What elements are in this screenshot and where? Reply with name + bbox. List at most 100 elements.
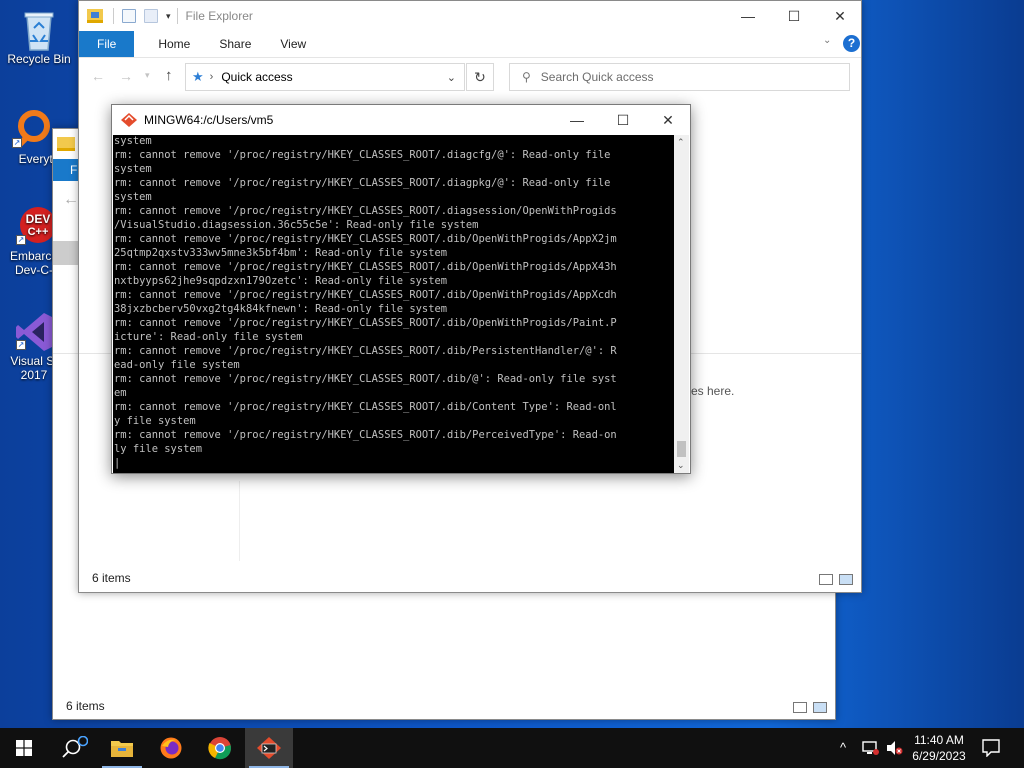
terminal-lines: system rm: cannot remove '/proc/registry/…: [114, 135, 675, 470]
empty-folder-hint: es here.: [691, 384, 735, 398]
status-bar: 6 items: [53, 695, 835, 717]
shortcut-arrow-icon: ↗: [16, 340, 26, 350]
chevron-down-icon[interactable]: ▾: [166, 11, 171, 22]
terminal-line: system: [114, 163, 152, 175]
taskbar-chrome[interactable]: [196, 728, 244, 768]
back-arrow-icon[interactable]: ←: [91, 68, 105, 84]
close-button[interactable]: ✕: [817, 1, 863, 31]
folder-icon: [87, 9, 103, 23]
search-placeholder: Search Quick access: [540, 70, 654, 84]
svg-text:DEV: DEV: [26, 212, 51, 226]
terminal-scrollbar[interactable]: ⌃ ⌄: [674, 135, 689, 473]
search-button[interactable]: [48, 728, 96, 768]
taskbar: ^ 11:40 AM 6/29/2023: [0, 728, 1024, 768]
terminal-line: system: [114, 191, 152, 203]
terminal-line: icture': Read-only file system: [114, 331, 303, 343]
notifications-icon[interactable]: [982, 739, 1000, 757]
details-view-icon[interactable]: [793, 702, 807, 713]
minimize-button[interactable]: —: [725, 1, 771, 31]
ribbon-tab-file[interactable]: F: [53, 159, 79, 181]
terminal-line: y file system: [114, 415, 196, 427]
forward-arrow-icon[interactable]: →: [119, 68, 133, 84]
taskbar-file-explorer[interactable]: [98, 728, 146, 768]
separator: [176, 8, 178, 24]
terminal-line: 38jxzbcberv50vxg2tg4k84kfnewn': Read-onl…: [114, 303, 448, 315]
terminal-line: rm: cannot remove '/proc/registry/HKEY_C…: [114, 205, 617, 217]
address-bar[interactable]: ★ › Quick access ⌄: [185, 63, 465, 91]
terminal-line: system: [114, 135, 152, 147]
refresh-button[interactable]: ↻: [466, 63, 494, 91]
taskbar-git-bash[interactable]: [245, 728, 293, 768]
back-arrow-icon[interactable]: ←: [63, 191, 79, 209]
search-box[interactable]: ⚲ Search Quick access: [509, 63, 850, 91]
ribbon-tab-share[interactable]: Share: [203, 31, 264, 57]
terminal-maximize-button[interactable]: ☐: [600, 105, 646, 135]
devcpp-icon: DEV C++ ↗: [14, 205, 56, 245]
terminal-line: rm: cannot remove '/proc/registry/HKEY_C…: [114, 289, 617, 301]
firefox-icon: [160, 737, 182, 759]
terminal-line: |: [114, 457, 121, 469]
everything-search-icon: ↗: [10, 108, 50, 149]
desktop-icon-label: Recycle Bin: [7, 52, 71, 66]
terminal-line: rm: cannot remove '/proc/registry/HKEY_C…: [114, 317, 617, 329]
ribbon-tab-view[interactable]: View: [264, 31, 319, 57]
details-view-icon[interactable]: [819, 574, 833, 585]
address-dropdown-icon[interactable]: ⌄: [447, 71, 456, 84]
search-icon: ⚲: [522, 70, 531, 84]
shortcut-arrow-icon: ↗: [16, 235, 26, 245]
start-button[interactable]: [0, 728, 48, 768]
network-icon[interactable]: [862, 740, 880, 756]
show-hidden-icons-chevron-icon[interactable]: ^: [840, 740, 846, 756]
taskbar-firefox[interactable]: [147, 728, 195, 768]
ribbon-tab-home[interactable]: Home: [134, 31, 203, 57]
status-bar: 6 items: [79, 567, 861, 589]
nav-pane-divider: [239, 481, 240, 561]
volume-muted-icon[interactable]: [886, 740, 904, 756]
terminal-line: rm: cannot remove '/proc/registry/HKEY_C…: [114, 429, 617, 441]
terminal-close-button[interactable]: ✕: [645, 105, 691, 135]
terminal-output[interactable]: system rm: cannot remove '/proc/registry/…: [113, 135, 675, 473]
desktop: Recycle Bin ↗ Everyth DEV C++ ↗ Embarca …: [0, 0, 1024, 728]
scroll-up-icon[interactable]: ⌃: [677, 137, 685, 148]
help-icon[interactable]: ?: [843, 35, 860, 52]
terminal-line: rm: cannot remove '/proc/registry/HKEY_C…: [114, 149, 611, 161]
new-folder-icon[interactable]: [144, 9, 158, 23]
quick-access-star-icon: ★: [192, 69, 204, 84]
clock-time: 11:40 AM: [914, 733, 964, 747]
expand-ribbon-chevron-icon[interactable]: ⌄: [823, 35, 831, 46]
terminal-line: rm: cannot remove '/proc/registry/HKEY_C…: [114, 233, 617, 245]
terminal-window[interactable]: MINGW64:/c/Users/vm5 — ☐ ✕ system rm: can…: [111, 104, 691, 474]
large-icons-view-icon[interactable]: [839, 574, 853, 585]
clock-date: 6/29/2023: [912, 749, 966, 763]
item-count: 6 items: [66, 699, 105, 713]
terminal-line: rm: cannot remove '/proc/registry/HKEY_C…: [114, 401, 617, 413]
terminal-line: rm: cannot remove '/proc/registry/HKEY_C…: [114, 261, 617, 273]
terminal-line: 25qtmp2qxstv333wv5mne3k5bf4bm': Read-onl…: [114, 247, 448, 259]
search-icon: [62, 736, 88, 758]
separator: [113, 8, 114, 24]
scrollbar-thumb[interactable]: [677, 441, 686, 457]
maximize-button[interactable]: ☐: [771, 1, 817, 31]
terminal-line: em: [114, 387, 127, 399]
terminal-line: rm: cannot remove '/proc/registry/HKEY_C…: [114, 373, 617, 385]
large-icons-view-icon[interactable]: [813, 702, 827, 713]
terminal-line: rm: cannot remove '/proc/registry/HKEY_C…: [114, 177, 611, 189]
system-clock[interactable]: 11:40 AM 6/29/2023: [904, 732, 974, 764]
recent-locations-chevron-icon[interactable]: ▾: [145, 70, 150, 81]
nav-pane-selected-item[interactable]: [53, 241, 79, 265]
properties-icon[interactable]: [122, 9, 136, 23]
up-arrow-icon[interactable]: ↑: [165, 67, 173, 84]
visual-studio-icon: ↗: [14, 310, 54, 351]
navigation-bar: ← → ▾ ↑ ★ › Quick access ⌄ ↻ ⚲ Search Qu…: [79, 57, 861, 95]
svg-text:C++: C++: [28, 226, 49, 238]
terminal-minimize-button[interactable]: —: [554, 105, 600, 135]
folder-icon: [57, 137, 75, 151]
desktop-icon-recycle-bin[interactable]: Recycle Bin: [1, 8, 77, 66]
ribbon-tab-file[interactable]: File: [79, 31, 135, 57]
recycle-bin-icon: [19, 8, 59, 51]
terminal-line: /VisualStudio.diagsession.36c55c5e': Rea…: [114, 219, 479, 231]
scroll-down-icon[interactable]: ⌄: [677, 460, 685, 471]
terminal-line: ead-only file system: [114, 359, 240, 371]
shortcut-arrow-icon: ↗: [12, 138, 22, 148]
window-title: File Explorer: [185, 9, 253, 23]
